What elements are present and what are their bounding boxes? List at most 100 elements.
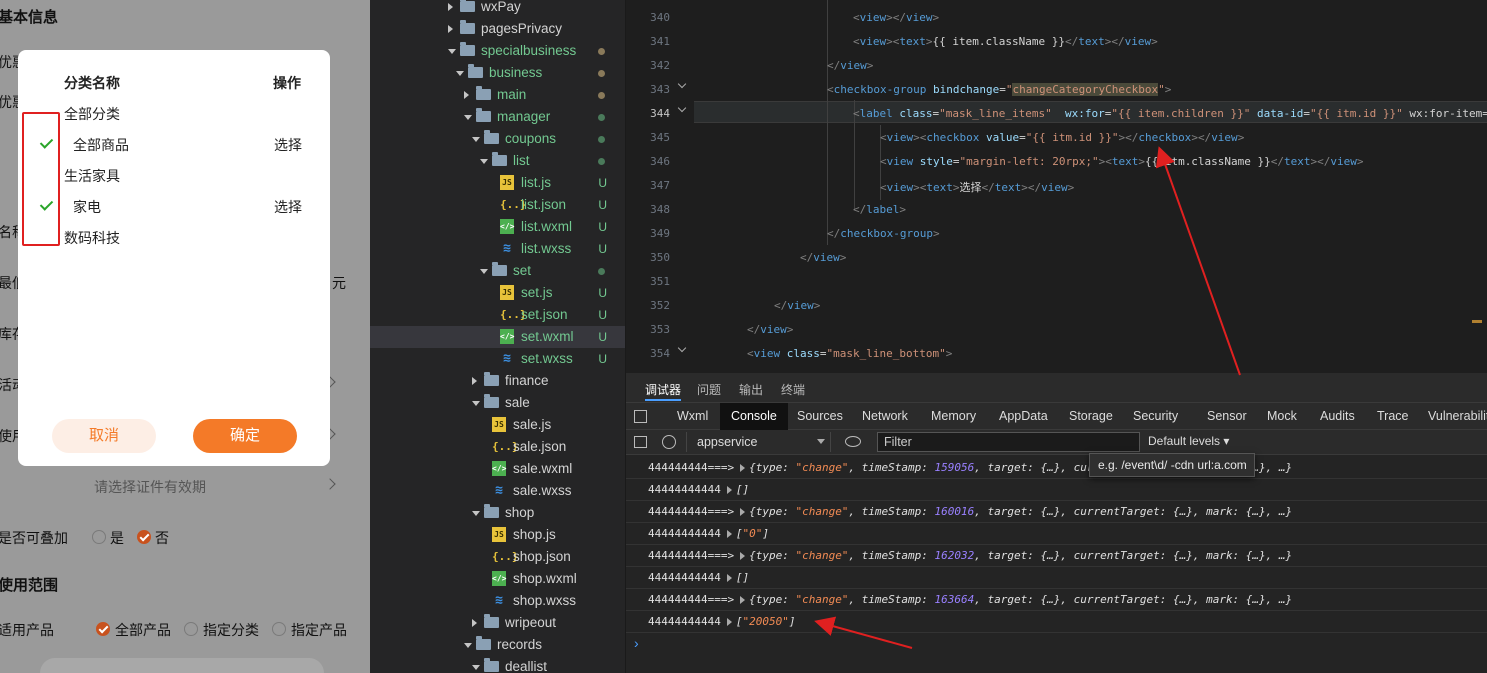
tree-item[interactable]: ≋ sale.wxss [370,480,625,502]
tab-vulnerability[interactable]: Vulnerability [1417,403,1487,430]
tree-item[interactable]: business [370,62,625,84]
tree-item[interactable]: ≋ shop.wxss [370,590,625,612]
tree-item[interactable]: ≋ set.wxss U [370,348,625,370]
console-prompt[interactable]: › [634,635,639,651]
tab-security[interactable]: Security [1122,403,1189,430]
console-log-entry[interactable]: 44444444444 ["0"] [626,523,1487,545]
tree-item[interactable]: main [370,84,625,106]
tree-item[interactable]: coupons [370,128,625,150]
category-radio[interactable] [184,622,198,636]
tree-item[interactable]: JS set.js U [370,282,625,304]
chevron-right-icon[interactable] [324,478,336,490]
inspect-icon[interactable] [634,410,647,423]
code-line[interactable]: <view style="margin-left: 20rpx;"><text>… [880,155,1364,168]
confirm-button[interactable]: 确定 [193,419,297,453]
console-log-entry[interactable]: 44444444444 ["20050"] [626,611,1487,633]
code-line[interactable]: </view> [827,59,873,72]
tab-appdata[interactable]: AppData [988,403,1059,430]
code-line[interactable]: </checkbox-group> [827,227,940,240]
tab-output[interactable]: 输出 [739,381,763,398]
tab-terminal[interactable]: 终端 [781,381,805,398]
expand-arrow-icon[interactable] [726,486,732,494]
tree-item[interactable]: {..} set.json U [370,304,625,326]
code-line[interactable]: </view> [774,299,820,312]
validity-input[interactable]: 请选择证件有效期 [94,477,206,497]
tree-item[interactable]: deallist [370,656,625,673]
select-button[interactable]: 选择 [274,197,302,217]
tab-audits[interactable]: Audits [1309,403,1366,430]
code-line[interactable]: <view><text>{{ item.className }}</text><… [853,35,1158,48]
tab-console[interactable]: Console [720,403,788,430]
tree-item[interactable]: </> set.wxml U [370,326,625,348]
tree-item[interactable]: wxPay [370,0,625,18]
code-line[interactable]: <label class="mask_line_items" wx:for="{… [853,107,1487,120]
code-line[interactable]: <view class="mask_line_bottom"> [747,347,952,360]
tree-item[interactable]: specialbusiness [370,40,625,62]
tree-item[interactable]: sale [370,392,625,414]
code-line[interactable]: <view></view> [853,11,939,24]
expand-arrow-icon[interactable] [740,464,746,472]
expand-arrow-icon[interactable] [740,552,746,560]
console-log-entry[interactable]: 444444444===> {type: "change", timeStamp:… [626,589,1487,611]
tab-memory[interactable]: Memory [920,403,987,430]
console-log-entry[interactable]: 444444444===> {type: "change", timeStamp:… [626,545,1487,567]
tree-item[interactable]: {..} list.json U [370,194,625,216]
code-line[interactable]: </label> [853,203,906,216]
tab-wxml[interactable]: Wxml [666,403,719,430]
tree-item[interactable]: </> list.wxml U [370,216,625,238]
tree-item[interactable]: JS shop.js [370,524,625,546]
tree-item[interactable]: pagesPrivacy [370,18,625,40]
tree-item[interactable]: JS list.js U [370,172,625,194]
clear-console-icon[interactable] [662,435,676,449]
select-button[interactable]: 选择 [274,135,302,155]
code-line[interactable]: <view><text>选择</text></view> [880,179,1074,195]
tree-item[interactable]: list [370,150,625,172]
tree-item[interactable]: shop [370,502,625,524]
cancel-button[interactable]: 取消 [52,419,156,453]
expand-arrow-icon[interactable] [726,618,732,626]
code-line[interactable]: <checkbox-group bindchange="changeCatego… [827,83,1171,96]
code-line[interactable]: </view> [800,251,846,264]
tab-debugger[interactable]: 调试器 [645,381,681,398]
stackable-no-radio[interactable] [137,530,151,544]
expand-arrow-icon[interactable] [726,574,732,582]
tree-item[interactable]: records [370,634,625,656]
expand-arrow-icon[interactable] [726,530,732,538]
console-log-entry[interactable]: 44444444444[] [626,567,1487,589]
tab-trace[interactable]: Trace [1366,403,1420,430]
tree-item[interactable]: {..} sale.json [370,436,625,458]
tree-item[interactable]: </> sale.wxml [370,458,625,480]
code-editor[interactable]: 340 <view></view> 341 <view><text>{{ item.c… [626,0,1487,373]
tab-sensor[interactable]: Sensor [1196,403,1258,430]
eye-icon[interactable] [845,436,861,447]
all-products-radio[interactable] [96,622,110,636]
console-log-entry[interactable]: 444444444===> {type: "change", timeStamp:… [626,457,1487,479]
code-line[interactable]: </view> [747,323,793,336]
tab-sources[interactable]: Sources [786,403,854,430]
fold-chevron-icon[interactable] [677,79,687,89]
fold-chevron-icon[interactable] [677,343,687,353]
sidebar-toggle-icon[interactable] [634,436,647,448]
tab-network[interactable]: Network [851,403,919,430]
tab-problems[interactable]: 问题 [697,381,721,398]
tree-item[interactable]: manager [370,106,625,128]
expand-arrow-icon[interactable] [740,508,746,516]
console-log-entry[interactable]: 44444444444[] [626,479,1487,501]
console-log-entry[interactable]: 444444444===> {type: "change", timeStamp:… [626,501,1487,523]
product-radio[interactable] [272,622,286,636]
tree-item[interactable]: wripeout [370,612,625,634]
expand-arrow-icon[interactable] [740,596,746,604]
tree-item[interactable]: finance [370,370,625,392]
tree-item[interactable]: set [370,260,625,282]
tab-mock[interactable]: Mock [1256,403,1308,430]
stackable-yes-radio[interactable] [92,530,106,544]
fold-chevron-icon[interactable] [677,103,687,113]
tree-item[interactable]: </> shop.wxml [370,568,625,590]
log-levels-select[interactable]: Default levels ▾ [1148,434,1229,448]
bottom-button[interactable] [40,658,324,673]
tree-item[interactable]: {..} shop.json [370,546,625,568]
code-line[interactable]: <view><checkbox value="{{ itm.id }}"></c… [880,131,1244,144]
tree-item[interactable]: JS sale.js [370,414,625,436]
tree-item[interactable]: ≋ list.wxss U [370,238,625,260]
tab-storage[interactable]: Storage [1058,403,1124,430]
